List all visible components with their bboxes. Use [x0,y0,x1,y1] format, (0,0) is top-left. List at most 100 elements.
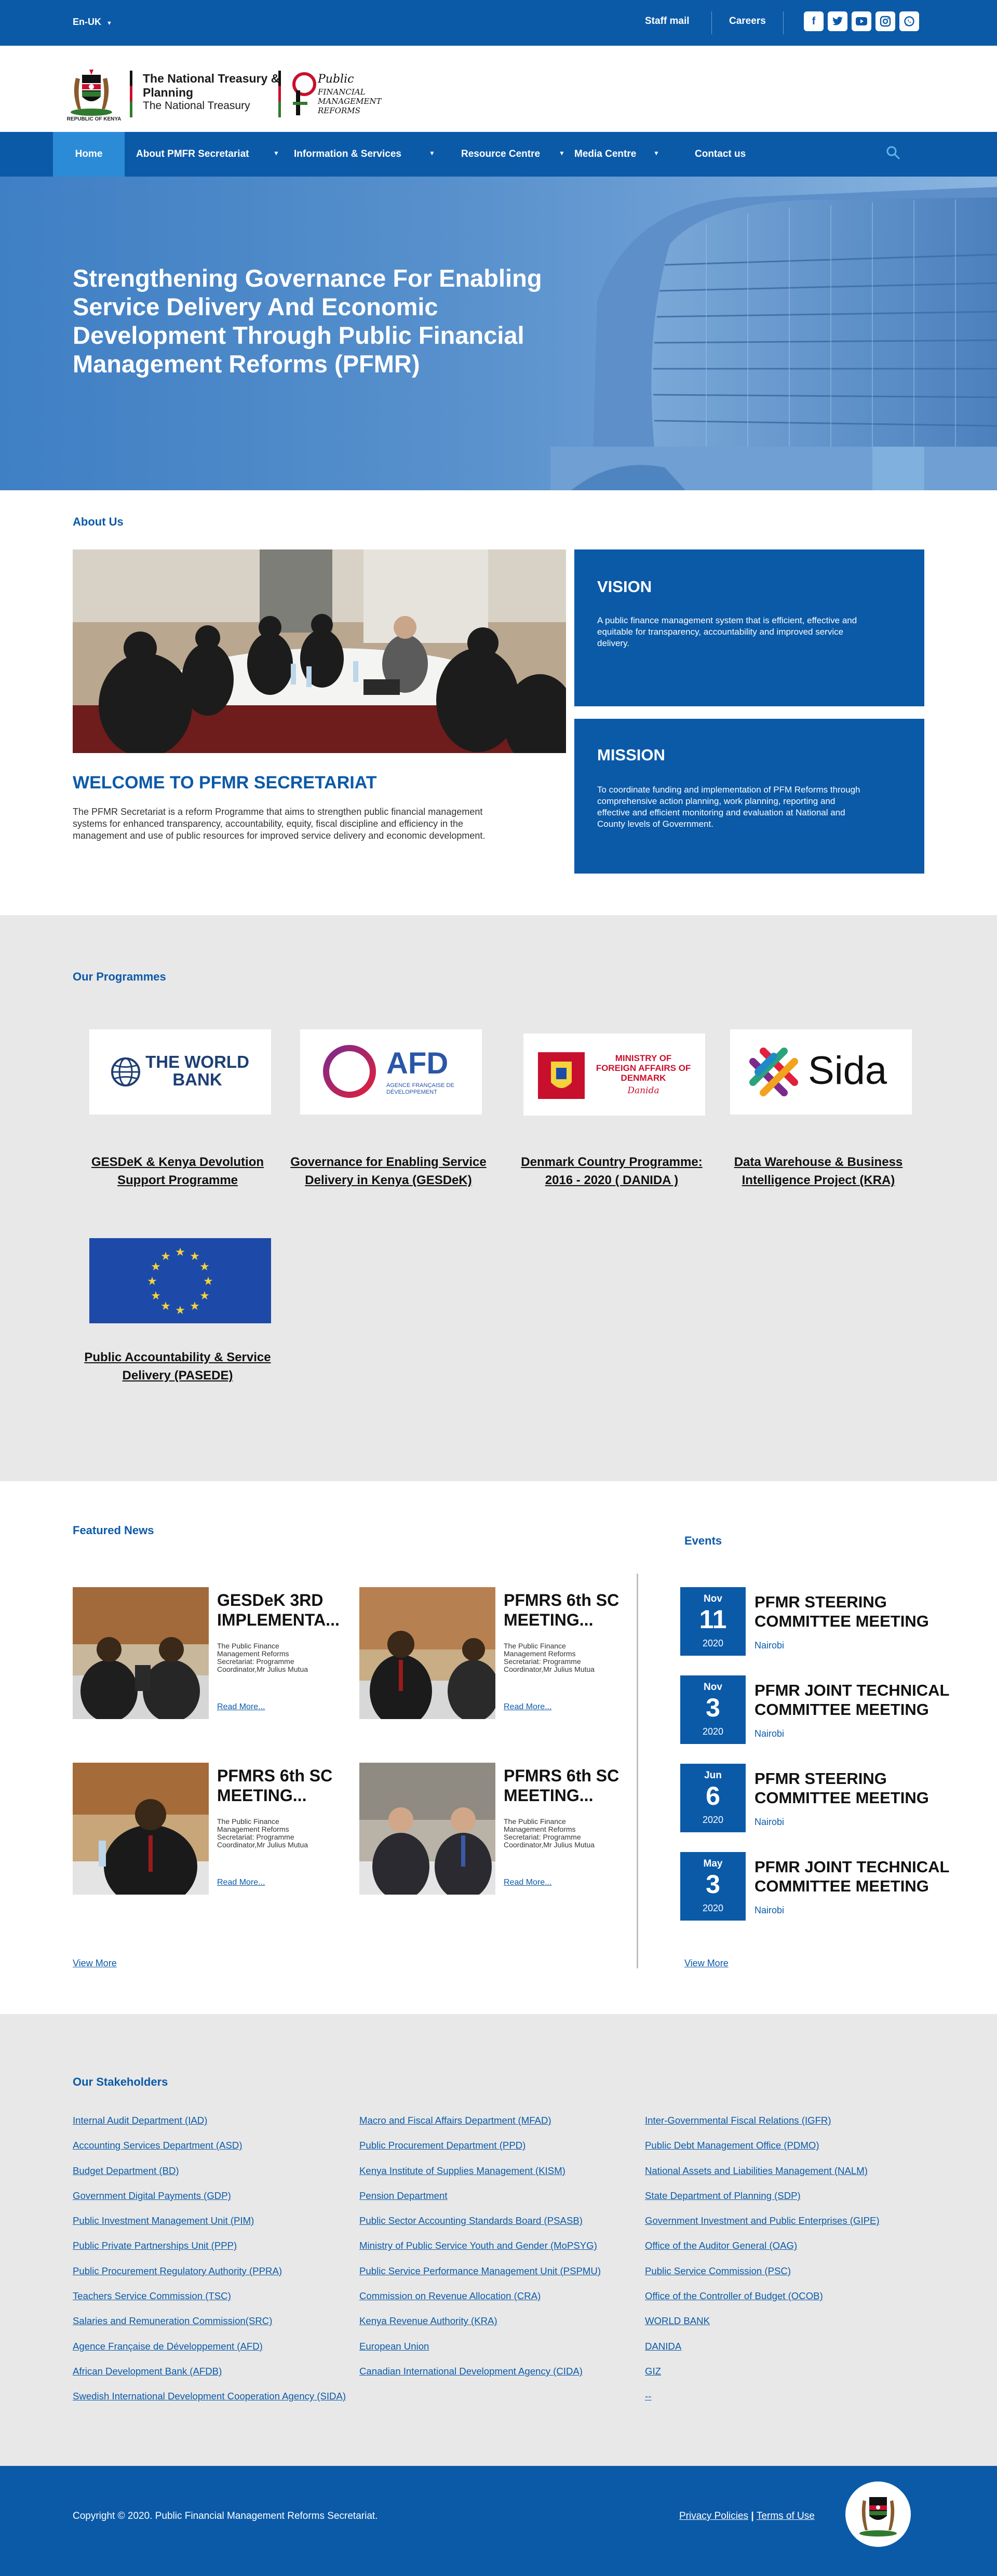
event-location: Nairobi [755,1905,785,1915]
news-title[interactable]: PFMRS 6th SC MEETING... [504,1766,628,1805]
programme-logo-danida[interactable]: MINISTRY OF FOREIGN AFFAIRS OF DENMARK D… [523,1034,705,1116]
stakeholder-link[interactable]: Kenya Institute of Supplies Management (… [359,2165,650,2190]
programme-title[interactable]: GESDeK & Kenya Devolution Support Progra… [79,1153,276,1189]
stakeholder-link[interactable]: WORLD BANK [645,2315,900,2340]
youtube-icon[interactable] [852,11,871,31]
chevron-down-icon[interactable]: ▼ [653,150,659,157]
news-title[interactable]: GESDeK 3RD IMPLEMENTA... [217,1590,342,1630]
stakeholder-link[interactable]: Government Digital Payments (GDP) [73,2190,363,2215]
event-title[interactable]: PFMR STEERING COMMITTEE MEETING [755,1592,973,1631]
chevron-down-icon[interactable]: ▼ [429,150,435,157]
event-title[interactable]: PFMR JOINT TECHNICAL COMMITTEE MEETING [755,1857,973,1896]
event-title[interactable]: PFMR STEERING COMMITTEE MEETING [755,1769,973,1807]
news-image[interactable] [73,1587,209,1719]
stakeholder-link[interactable]: Public Investment Management Unit (PIM) [73,2215,363,2240]
stakeholder-link[interactable]: Accounting Services Department (ASD) [73,2140,363,2165]
stakeholder-link[interactable]: -- [645,2391,900,2416]
events-view-more-link[interactable]: View More [684,1958,729,1969]
event-month: Nov [704,1682,722,1693]
read-more-link[interactable]: Read More... [504,1702,551,1712]
pfmr-logo[interactable]: Public FINANCIAL MANAGEMENT REFORMS [289,70,403,117]
stakeholder-link[interactable]: Budget Department (BD) [73,2165,363,2190]
stakeholder-link[interactable]: Public Procurement Regulatory Authority … [73,2265,363,2290]
event-year: 2020 [702,1815,724,1825]
stakeholder-link[interactable]: Teachers Service Commission (TSC) [73,2290,363,2315]
stakeholder-link[interactable]: Public Sector Accounting Standards Board… [359,2215,650,2240]
nav-about[interactable]: About PMFR Secretariat [136,132,249,177]
careers-link[interactable]: Careers [729,16,766,27]
stakeholder-link[interactable]: Government Investment and Public Enterpr… [645,2215,900,2240]
nav-contact[interactable]: Contact us [695,132,746,177]
twitter-icon[interactable] [828,11,847,31]
news-image[interactable] [359,1587,495,1719]
divider [711,11,712,34]
staff-mail-link[interactable]: Staff mail [645,16,690,27]
chevron-down-icon[interactable]: ▼ [559,150,565,157]
language-selector[interactable]: En-UK ▼ [73,17,112,28]
stakeholder-link[interactable]: National Assets and Liabilities Manageme… [645,2165,900,2190]
programme-logo-afd[interactable]: AFD AGENCE FRANÇAISE DE DÉVELOPPEMENT [300,1029,482,1115]
stakeholder-link[interactable]: Public Service Performance Management Un… [359,2265,650,2290]
programme-title[interactable]: Governance for Enabling Service Delivery… [290,1153,487,1189]
stakeholder-link[interactable]: Pension Department [359,2190,650,2215]
whatsapp-icon[interactable] [899,11,919,31]
stakeholder-link[interactable]: GIZ [645,2366,900,2391]
programme-title[interactable]: Public Accountability & Service Delivery… [79,1348,276,1385]
search-icon[interactable] [886,145,900,160]
stakeholder-link[interactable]: State Department of Planning (SDP) [645,2190,900,2215]
stakeholder-link[interactable]: Office of the Auditor General (OAG) [645,2240,900,2265]
programme-logo-eu[interactable]: ★ ★ ★ ★ ★ ★ ★ ★ ★ ★ ★ ★ [89,1238,271,1323]
programme-title[interactable]: Denmark Country Programme: 2016 - 2020 (… [513,1153,710,1189]
event-date-badge: May 3 2020 [680,1852,746,1921]
stakeholder-link[interactable]: DANIDA [645,2341,900,2366]
eu-flag-icon: ★ ★★ ★★★ ★★★ ★★★ [147,1246,213,1317]
news-title[interactable]: PFMRS 6th SC MEETING... [217,1766,342,1805]
event-day: 6 [706,1781,720,1810]
footer-crest-logo[interactable] [845,2481,911,2547]
stakeholder-link[interactable]: Internal Audit Department (IAD) [73,2115,363,2140]
programme-logo-sida[interactable]: Sida [730,1029,912,1115]
news-title[interactable]: PFMRS 6th SC MEETING... [504,1590,628,1630]
welcome-title: WELCOME TO PFMR SECRETARIAT [73,773,377,793]
danish-coat-of-arms-icon [538,1052,585,1099]
stakeholder-link[interactable]: Public Service Commission (PSC) [645,2265,900,2290]
news-image[interactable] [359,1763,495,1895]
nav-media-centre[interactable]: Media Centre [574,132,636,177]
programme-title[interactable]: Data Warehouse & Business Intelligence P… [720,1153,917,1189]
nav-information-services[interactable]: Information & Services [294,132,401,177]
stakeholder-link[interactable]: Ministry of Public Service Youth and Gen… [359,2240,650,2265]
facebook-icon[interactable]: f [804,11,824,31]
stakeholder-link[interactable]: Public Private Partnerships Unit (PPP) [73,2240,363,2265]
news-view-more-link[interactable]: View More [73,1958,117,1969]
stakeholder-link[interactable]: Commission on Revenue Allocation (CRA) [359,2290,650,2315]
programme-logo-world-bank[interactable]: THE WORLD BANK [89,1029,271,1115]
stakeholder-link[interactable]: Kenya Revenue Authority (KRA) [359,2315,650,2340]
stakeholder-link[interactable]: Inter-Governmental Fiscal Relations (IGF… [645,2115,900,2140]
read-more-link[interactable]: Read More... [217,1878,265,1887]
chevron-down-icon[interactable]: ▼ [273,150,279,157]
stakeholder-link[interactable]: Public Debt Management Office (PDMO) [645,2140,900,2165]
stakeholder-link[interactable]: African Development Bank (AFDB) [73,2366,363,2391]
copyright-text: Copyright © 2020. Public Financial Manag… [73,2511,378,2521]
event-title[interactable]: PFMR JOINT TECHNICAL COMMITTEE MEETING [755,1681,973,1719]
event-year: 2020 [702,1903,724,1913]
stakeholder-link[interactable]: European Union [359,2341,650,2366]
nav-home[interactable]: Home [53,132,125,177]
stakeholder-link[interactable]: Office of the Controller of Budget (OCOB… [645,2290,900,2315]
stakeholder-link[interactable]: Swedish International Development Cooper… [73,2391,363,2416]
stakeholder-link[interactable]: Salaries and Remuneration Commission(SRC… [73,2315,363,2340]
programme-logo-text: MINISTRY OF FOREIGN AFFAIRS OF DENMARK [596,1053,691,1083]
stakeholder-link[interactable]: Macro and Fiscal Affairs Department (MFA… [359,2115,650,2140]
stakeholder-link[interactable]: Agence Française de Développement (AFD) [73,2341,363,2366]
programmes-section: Our Programmes THE WORLD BANK GESDeK & K… [0,915,997,1481]
kenya-coat-of-arms-logo[interactable] [66,68,116,117]
terms-of-use-link[interactable]: Terms of Use [757,2511,815,2521]
instagram-icon[interactable] [875,11,895,31]
privacy-policy-link[interactable]: Privacy Policies [679,2511,748,2521]
news-image[interactable] [73,1763,209,1895]
read-more-link[interactable]: Read More... [217,1702,265,1712]
nav-resource-centre[interactable]: Resource Centre [461,132,540,177]
read-more-link[interactable]: Read More... [504,1878,551,1887]
stakeholder-link[interactable]: Canadian International Development Agenc… [359,2366,650,2391]
stakeholder-link[interactable]: Public Procurement Department (PPD) [359,2140,650,2165]
